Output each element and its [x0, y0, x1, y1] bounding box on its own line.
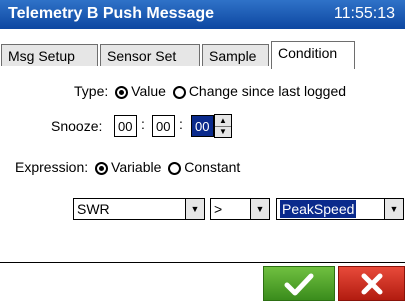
snooze-separator-2: : [179, 116, 183, 132]
type-value-radio[interactable] [115, 85, 129, 99]
expression-row: Expression: Variable Constant [15, 159, 240, 175]
type-value-label[interactable]: Value [131, 83, 166, 99]
spin-down-icon[interactable]: ▼ [215, 126, 231, 137]
bottom-bar [0, 262, 405, 301]
expression-variable-label[interactable]: Variable [111, 159, 161, 175]
clock: 11:55:13 [333, 5, 395, 22]
expression-constant-radio[interactable] [168, 161, 182, 175]
type-change-label[interactable]: Change since last logged [189, 83, 346, 99]
x-icon [361, 273, 382, 294]
tab-strip: Msg Setup Sensor Set Sample Condition [0, 29, 405, 98]
snooze-minutes-field[interactable]: 00 [152, 115, 175, 137]
snooze-hours-field[interactable]: 00 [114, 115, 137, 137]
tab-sample[interactable]: Sample [202, 44, 269, 66]
expression-constant-label[interactable]: Constant [184, 159, 240, 175]
snooze-separator: : [141, 116, 145, 132]
tab-condition[interactable]: Condition [271, 41, 355, 69]
expression-label: Expression: [15, 159, 89, 175]
title-bar: Telemetry B Push Message 11:55:13 [0, 0, 405, 29]
cancel-button[interactable] [338, 266, 405, 301]
chevron-down-icon[interactable]: ▼ [384, 199, 403, 219]
chevron-down-icon[interactable]: ▼ [250, 199, 269, 219]
right-operand-dropdown[interactable]: PeakSpeed ▼ [276, 198, 404, 220]
tab-sensor-set[interactable]: Sensor Set [100, 44, 200, 66]
snooze-label: Snooze: [51, 118, 103, 134]
snooze-spinner[interactable]: ▲ ▼ [214, 114, 232, 138]
chevron-down-icon[interactable]: ▼ [185, 199, 204, 219]
type-change-radio[interactable] [172, 85, 186, 99]
ok-button[interactable] [263, 266, 335, 301]
left-operand-value: SWR [77, 201, 110, 217]
checkmark-icon [284, 273, 314, 295]
condition-panel: Type: Value Change since last logged Sno… [0, 69, 405, 261]
operator-value: > [214, 201, 223, 217]
snooze-seconds-field[interactable]: 00 [191, 115, 214, 137]
left-operand-dropdown[interactable]: SWR ▼ [73, 198, 205, 220]
type-row: Type: Value Change since last logged [74, 83, 346, 99]
window-title: Telemetry B Push Message [8, 5, 215, 22]
type-label: Type: [74, 83, 109, 99]
expression-variable-radio[interactable] [95, 161, 109, 175]
right-operand-value: PeakSpeed [280, 200, 357, 218]
tab-msg-setup[interactable]: Msg Setup [1, 44, 98, 66]
operator-dropdown[interactable]: > ▼ [210, 198, 270, 220]
